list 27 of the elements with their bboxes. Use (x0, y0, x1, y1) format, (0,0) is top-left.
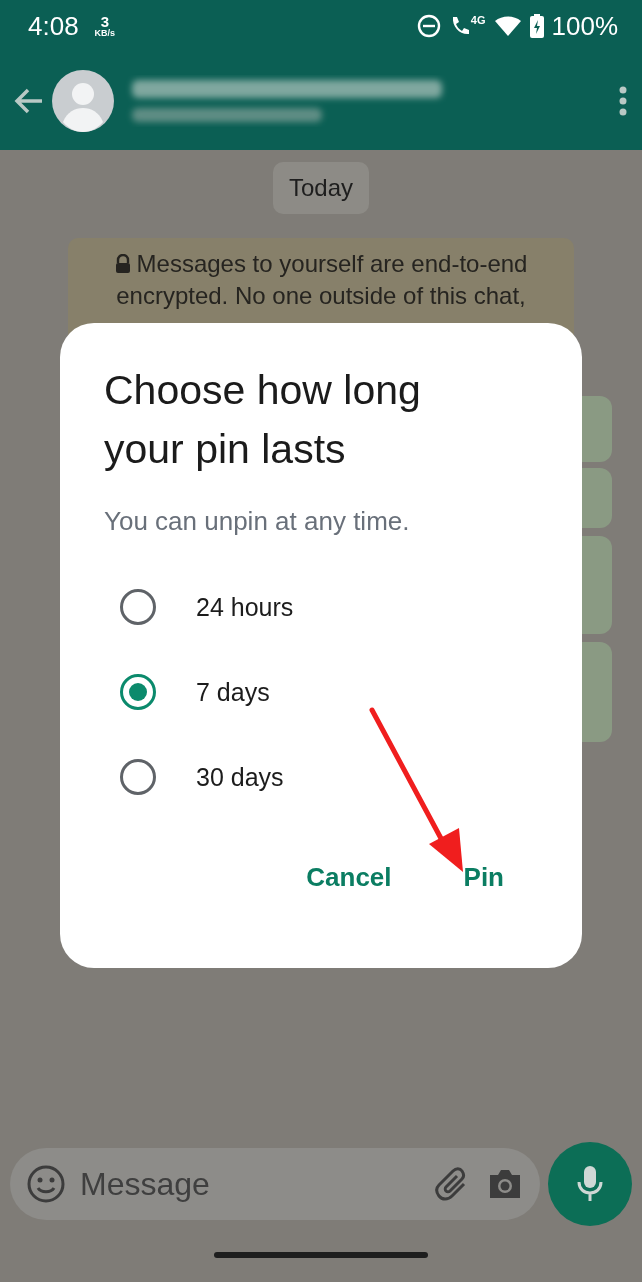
radio-button[interactable] (120, 759, 156, 796)
radio-option[interactable]: 24 hours (104, 564, 538, 650)
dialog-subtitle: You can unpin at any time. (104, 504, 411, 538)
network-type: 4G (470, 12, 486, 28)
message-field[interactable]: Message (10, 1148, 540, 1220)
cancel-button[interactable]: Cancel (294, 851, 404, 903)
clock-time: 4:08 (28, 9, 79, 43)
date-chip: Today (272, 162, 369, 214)
battery-level: 100% (551, 9, 618, 43)
avatar-icon[interactable] (52, 70, 114, 132)
message-input[interactable]: Message (78, 1159, 422, 1209)
radio-button[interactable] (120, 674, 156, 711)
wifi-icon (493, 15, 522, 37)
microphone-icon (576, 1164, 604, 1204)
back-arrow-icon[interactable] (14, 87, 44, 115)
radio-option[interactable]: 30 days (104, 734, 538, 820)
radio-option[interactable]: 7 days (104, 649, 538, 735)
emoji-icon[interactable] (26, 1164, 66, 1204)
battery-icon (529, 14, 544, 38)
radio-button[interactable] (120, 589, 156, 626)
network-speed-value: 3 (100, 14, 110, 29)
lock-icon (114, 254, 131, 274)
more-options-icon[interactable] (618, 86, 628, 116)
confirm-button[interactable]: Pin (451, 851, 516, 903)
dialog-title: Choose how long your pin lasts (104, 366, 422, 475)
do-not-disturb-icon (416, 14, 441, 38)
network-speed-unit: KB/s (94, 29, 116, 38)
